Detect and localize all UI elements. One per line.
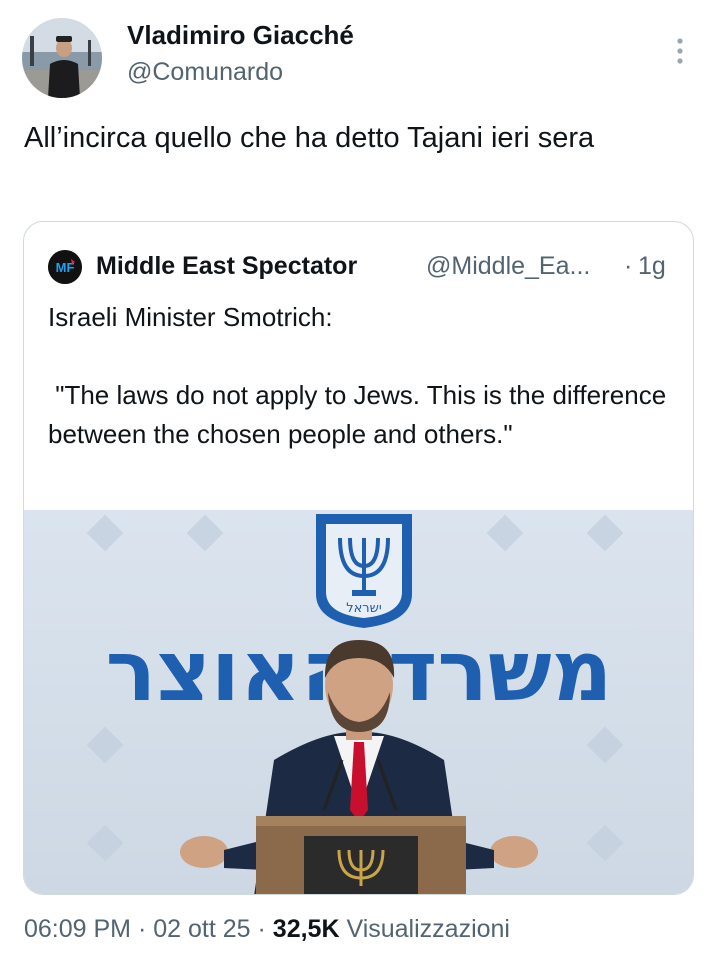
quoted-tweet-card[interactable]: MF Middle East Spectator @Middle_Ea... ·…	[23, 221, 694, 895]
tweet-date[interactable]: 02 ott 25	[153, 915, 250, 943]
meta-separator: ·	[137, 915, 147, 943]
svg-text:MF: MF	[56, 260, 75, 275]
quoted-author-handle[interactable]: @Middle_Ea...	[426, 252, 590, 281]
emblem: ישראל	[316, 514, 412, 628]
author-handle[interactable]: @Comunardo	[127, 58, 283, 87]
meta-separator: ·	[257, 915, 266, 943]
quoted-separator: ·	[624, 252, 633, 280]
quoted-author-name[interactable]: Middle East Spectator	[96, 252, 357, 281]
views-label: Visualizzazioni	[346, 915, 510, 943]
author-avatar-photo	[22, 18, 102, 98]
author-name[interactable]: Vladimiro Giacché	[127, 20, 354, 51]
quoted-timestamp[interactable]: 1g	[638, 252, 666, 281]
quoted-tweet-text: Israeli Minister Smotrich: "The laws do …	[48, 302, 667, 449]
tweet-time[interactable]: 06:09 PM	[24, 915, 131, 943]
views-count[interactable]: 32,5K	[273, 915, 340, 943]
more-vertical-icon[interactable]	[670, 36, 690, 66]
svg-text:ישראל: ישראל	[346, 601, 382, 616]
quoted-author-avatar[interactable]: MF	[48, 250, 82, 284]
author-avatar[interactable]	[22, 18, 102, 98]
tweet-text: All’incirca quello che ha detto Tajani i…	[24, 122, 595, 154]
quoted-tweet-image[interactable]: ישראל משרד האוצר	[24, 510, 693, 894]
podium	[256, 816, 466, 894]
tweet-meta: 06:09 PM · 02 ott 25 · 32,5K Visualizzaz…	[24, 915, 510, 944]
